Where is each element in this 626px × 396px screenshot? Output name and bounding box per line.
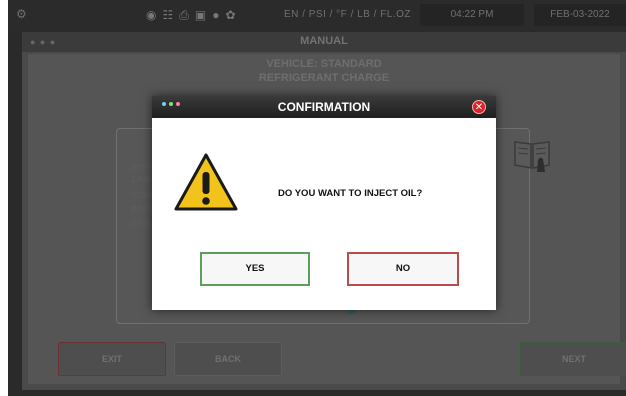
settings-gear-icon[interactable]: ⚙ [16, 8, 28, 20]
step-line: SENS [131, 191, 153, 200]
yes-button[interactable]: YES [200, 252, 310, 286]
drop-icon: ● [212, 8, 220, 22]
procedure-label: REFRIGERANT CHARGE [258, 72, 390, 84]
record-icon: ▣ [194, 8, 207, 22]
print-icon: ⎙ [179, 7, 189, 22]
step-line: POSS [131, 205, 154, 214]
manual-titlebar: ● ● ● MANUAL [22, 32, 626, 52]
manual-title: MANUAL [300, 35, 348, 47]
step-line: 2.PEI [131, 219, 151, 228]
status-bar: ⚙ ◉ ☷ ⎙ ▣ ● ✿ EN / PSI / °F / LB / FL.OZ… [8, 0, 626, 30]
no-button[interactable]: NO [347, 252, 459, 286]
manual-book-icon[interactable] [512, 134, 552, 174]
close-icon[interactable]: ✕ [472, 100, 486, 114]
dialog-message: DO YOU WANT TO INJECT OIL? [278, 188, 423, 199]
dialog-title: CONFIRMATION [277, 100, 371, 114]
exit-button[interactable]: EXIT [58, 342, 166, 376]
dialog-body: DO YOU WANT TO INJECT OIL? YES NO [152, 118, 496, 310]
vehicle-label: VEHICLE: STANDARD [266, 58, 382, 70]
wifi-icon: ◉ [146, 8, 157, 22]
clock-time: 04:22 PM [420, 4, 524, 26]
warning-icon [174, 153, 238, 211]
units-label: EN / PSI / °F / LB / FL.OZ [284, 9, 412, 20]
confirmation-dialog: CONFIRMATION ✕ DO YOU WANT TO INJECT OIL… [152, 96, 496, 310]
next-button[interactable]: NEXT [520, 342, 626, 376]
step-heading: STEP [131, 163, 152, 172]
status-icons: ◉ ☷ ⎙ ▣ ● ✿ [146, 7, 236, 23]
step-line: 1.INS [131, 175, 152, 184]
back-button[interactable]: BACK [174, 342, 282, 376]
settings-icon: ✿ [225, 8, 236, 22]
network-icon: ☷ [162, 8, 174, 22]
dialog-titlebar: CONFIRMATION ✕ [152, 96, 496, 118]
clock-date: FEB-03-2022 [534, 4, 626, 26]
